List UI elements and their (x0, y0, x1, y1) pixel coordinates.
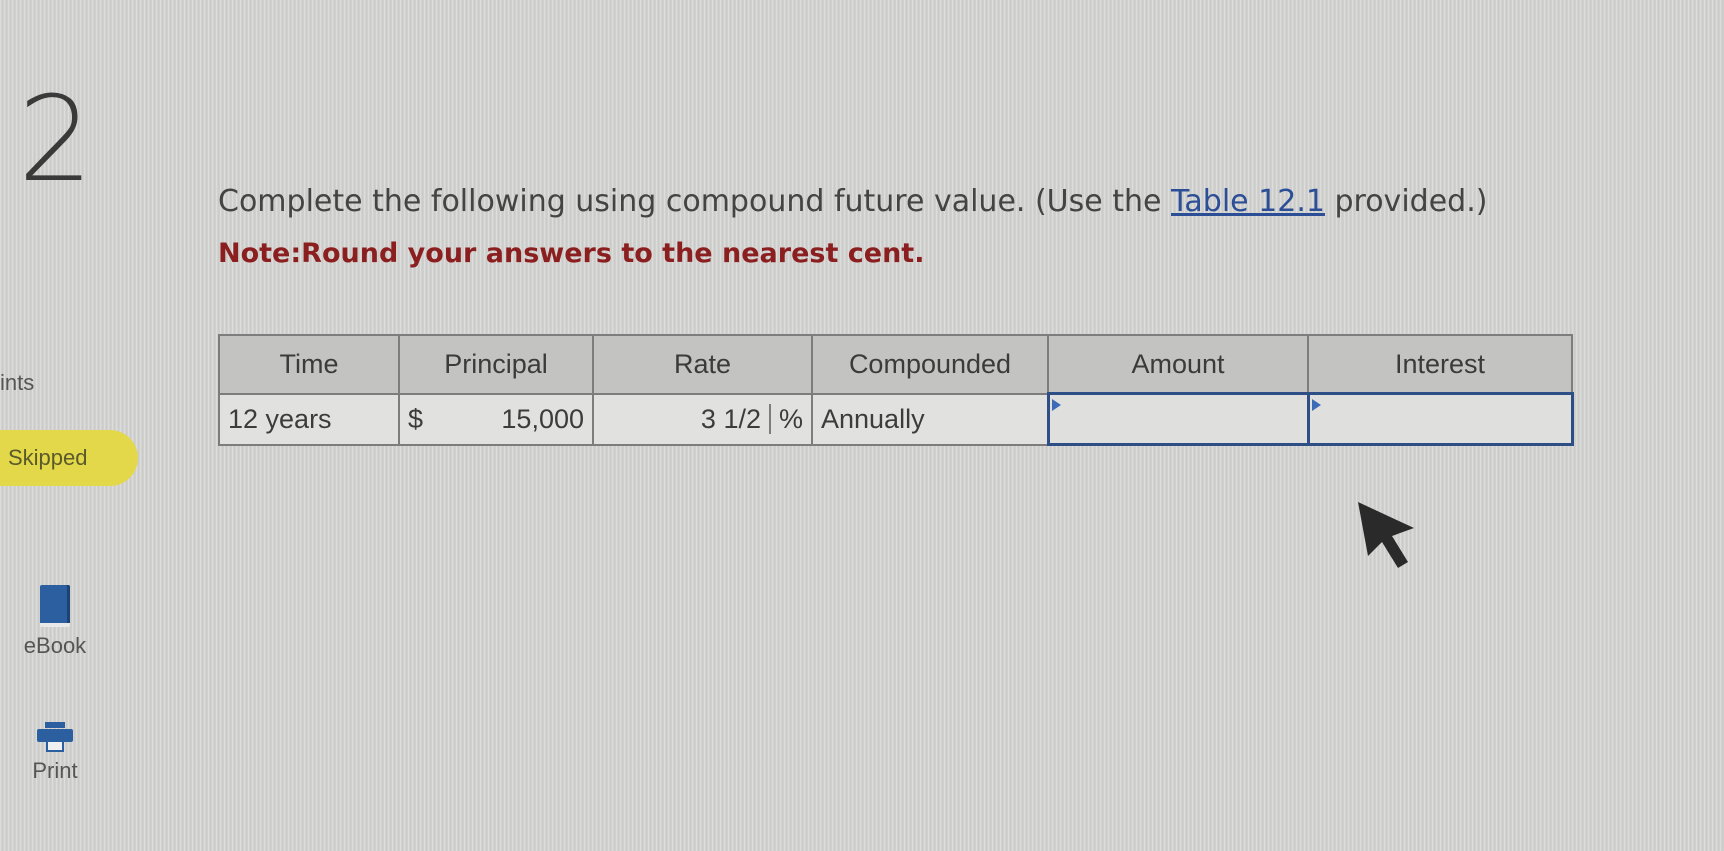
header-time: Time (218, 334, 400, 395)
question-number: 2 (18, 70, 94, 208)
cell-rate: 3 1/2% (592, 392, 813, 446)
ebook-button[interactable]: eBook (10, 585, 100, 659)
cell-amount (1046, 392, 1310, 446)
prompt-text-after: provided.) (1324, 184, 1488, 219)
points-label: ints (0, 370, 35, 395)
book-icon (40, 585, 70, 627)
header-rate: Rate (592, 334, 813, 395)
print-button[interactable]: Print (10, 722, 100, 784)
status-badge: Skipped (0, 430, 138, 486)
table-12-1-link[interactable]: Table 12.1 (1171, 184, 1325, 219)
question-prompt: Complete the following using compound fu… (218, 184, 1487, 219)
mouse-pointer-icon (1358, 502, 1414, 568)
interest-input[interactable] (1309, 397, 1571, 441)
ebook-label: eBook (23, 633, 87, 658)
cell-interest (1306, 392, 1574, 446)
rounding-note: Note:Round your answers to the nearest c… (218, 238, 925, 269)
answer-flag-icon (1051, 399, 1061, 411)
header-principal: Principal (398, 334, 594, 395)
print-label: Print (32, 758, 78, 783)
cell-time: 12 years (218, 392, 400, 446)
header-amount: Amount (1047, 334, 1309, 395)
prompt-text-before: Complete the following using compound fu… (218, 184, 1172, 219)
principal-currency: $ (408, 403, 424, 434)
table-header-row: Time Principal Rate Compounded Amount In… (218, 334, 1573, 395)
rate-value: 3 1/2 (700, 403, 761, 434)
answer-flag-icon (1311, 399, 1321, 411)
principal-value: 15,000 (501, 403, 584, 434)
header-compounded: Compounded (811, 334, 1049, 395)
answer-table: Time Principal Rate Compounded Amount In… (218, 334, 1574, 446)
cell-principal: $ 15,000 (398, 392, 594, 446)
cell-compounded: Annually (811, 392, 1049, 446)
header-interest: Interest (1307, 334, 1573, 395)
amount-input[interactable] (1049, 397, 1307, 441)
printer-icon (37, 722, 73, 752)
rate-unit: % (768, 403, 803, 434)
table-row: 12 years $ 15,000 3 1/2% Annually (218, 392, 1574, 446)
